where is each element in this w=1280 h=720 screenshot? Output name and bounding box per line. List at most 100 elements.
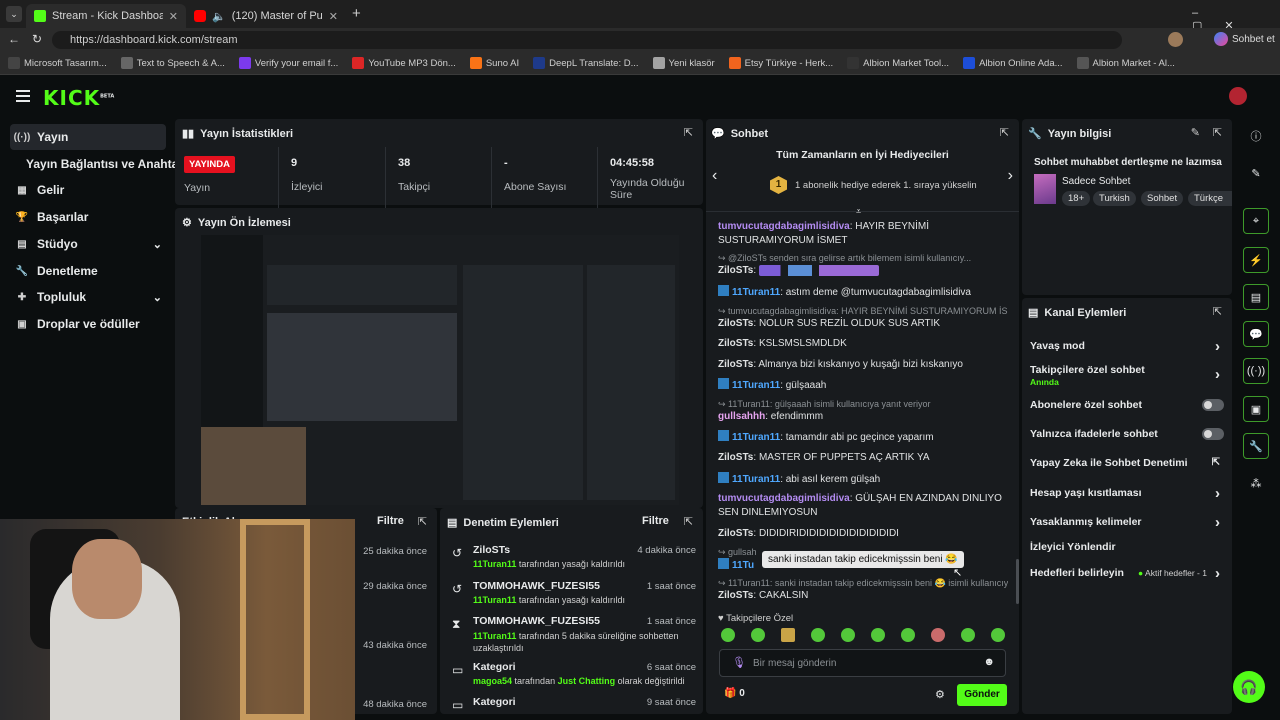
tag-chip[interactable]: Turkish	[1093, 191, 1136, 206]
chat-username[interactable]: ZiloSTs	[718, 338, 753, 349]
mod-row-name[interactable]: ZiloSTs	[473, 544, 510, 556]
emote-icon[interactable]	[901, 628, 915, 642]
sidebar-item-studyo[interactable]: ▤ Stüdyo ⌄	[10, 231, 166, 257]
action-host[interactable]: İzleyici Yönlendir	[1030, 541, 1224, 553]
chat-bubble-icon[interactable]: 💬	[1243, 321, 1269, 347]
profile-avatar[interactable]	[1168, 32, 1183, 47]
category-name[interactable]: Sadece Sohbet	[1062, 176, 1130, 187]
lightning-icon[interactable]: ⚡	[1243, 247, 1269, 273]
popout-icon[interactable]: ⇱	[1000, 126, 1009, 139]
new-tab-button[interactable]: +	[352, 5, 361, 22]
tag-chip[interactable]: Türkçe	[1188, 191, 1232, 206]
chat-settings-icon[interactable]: ⚙	[935, 688, 945, 701]
action-emotes-only[interactable]: Yalnızca ifadelerle sohbet	[1030, 428, 1224, 440]
emote-icon[interactable]	[991, 628, 1005, 642]
chat-username[interactable]: 11Turan11	[732, 432, 780, 443]
popout-icon[interactable]: ⇱	[684, 515, 693, 528]
chevron-left-icon[interactable]: ‹	[712, 167, 717, 185]
sidebar-item-stream-key[interactable]: Yayın Bağlantısı ve Anahtarı	[10, 151, 186, 177]
filter-button[interactable]: Filtre	[377, 515, 404, 527]
action-account-age[interactable]: Hesap yaşı kısıtlaması ›	[1030, 485, 1224, 502]
emote-icon[interactable]	[781, 628, 795, 642]
tag-chip[interactable]: 18+	[1062, 191, 1091, 206]
action-banned-words[interactable]: Yasaklanmış kelimeler ›	[1030, 514, 1224, 531]
action-slow-mode[interactable]: Yavaş mod ›	[1030, 338, 1224, 355]
url-field[interactable]: https://dashboard.kick.com/stream	[52, 31, 1122, 49]
emotes-only-toggle[interactable]	[1202, 428, 1224, 440]
chat-scrollbar[interactable]	[1016, 559, 1019, 604]
action-followers-only[interactable]: Takipçilere özel sohbet Anında ›	[1030, 364, 1224, 387]
mod-row-name[interactable]: TOMMOHAWK_FUZESI55	[473, 580, 600, 592]
chat-username[interactable]: tumvucutagdabagimlisidiva	[718, 221, 850, 232]
emote-icon[interactable]	[811, 628, 825, 642]
subscribers-only-toggle[interactable]	[1202, 399, 1224, 411]
emote-icon[interactable]	[721, 628, 735, 642]
emote-icon[interactable]	[871, 628, 885, 642]
emote-icon[interactable]	[751, 628, 765, 642]
chat-username[interactable]: 11Tu	[732, 560, 754, 571]
popout-icon[interactable]: ⇱	[418, 515, 427, 528]
reload-icon[interactable]: ↻	[32, 32, 42, 46]
popout-icon[interactable]: ⇱	[1213, 305, 1222, 318]
sidebar-item-basarilar[interactable]: 🏆 Başarılar	[10, 204, 166, 230]
sidebar-item-denetleme[interactable]: 🔧 Denetleme	[10, 258, 166, 284]
sidebar-item-droplar[interactable]: ▣ Droplar ve ödüller	[10, 311, 166, 337]
bookmark-item[interactable]: Albion Market Tool...	[847, 57, 949, 69]
action-goals[interactable]: Hedefleri belirleyin ● Aktif hedefler - 1…	[1030, 565, 1224, 582]
emote-icon[interactable]	[931, 628, 945, 642]
bookmark-item[interactable]: Microsoft Tasarım...	[8, 57, 107, 69]
close-icon[interactable]: ✕	[169, 10, 178, 23]
sidebar-item-topluluk[interactable]: ✚ Topluluk ⌄	[10, 284, 166, 310]
close-icon[interactable]: ✕	[329, 10, 338, 23]
action-subscribers-only[interactable]: Abonelere özel sohbet	[1030, 399, 1224, 411]
plugins-icon[interactable]: ⁂	[1243, 470, 1269, 496]
chat-username[interactable]: 11Turan11	[732, 474, 780, 485]
speaker-icon[interactable]: 🔈	[212, 10, 226, 23]
info-icon[interactable]: ⓘ	[1243, 123, 1269, 149]
bookmark-item[interactable]: Suno AI	[469, 57, 519, 69]
chat-username[interactable]: ZiloSTs	[718, 528, 753, 539]
bookmark-item[interactable]: Albion Online Ada...	[963, 57, 1063, 69]
browser-tab-youtube[interactable]: 🔈 (120) Master of Puppets (Rem ✕	[186, 4, 346, 28]
chat-username[interactable]: ZiloSTs	[718, 265, 753, 276]
chat-username[interactable]: gullsahhh	[718, 411, 765, 422]
filter-button[interactable]: Filtre	[642, 515, 669, 527]
popout-icon[interactable]: ⇱	[684, 126, 693, 139]
chat-username[interactable]: ZiloSTs	[718, 590, 753, 601]
bookmark-item[interactable]: YouTube MP3 Dön...	[352, 57, 456, 69]
chevron-down-icon[interactable]: ⌄	[153, 291, 162, 304]
chevron-down-icon[interactable]: ⌄	[153, 238, 162, 251]
sidebar-item-yayin[interactable]: ((·)) Yayın	[10, 124, 166, 150]
send-button[interactable]: Gönder	[957, 684, 1007, 706]
chat-input[interactable]: 🎙 Bir mesaj gönderin ☻	[719, 649, 1006, 677]
popout-icon[interactable]: ⇱	[1213, 126, 1222, 139]
chat-username[interactable]: tumvucutagdabagimlisidiva	[718, 493, 850, 504]
layout-icon[interactable]: ▣	[1243, 396, 1269, 422]
broadcast-icon[interactable]: ((·))	[1243, 358, 1269, 384]
copilot-button[interactable]: Sohbet et	[1214, 32, 1275, 46]
kick-logo[interactable]: KICKBETA	[43, 86, 114, 110]
support-button[interactable]: 🎧	[1233, 671, 1265, 703]
bookmark-item[interactable]: DeepL Translate: D...	[533, 57, 639, 69]
bookmark-item[interactable]: Yeni klasör	[652, 57, 715, 69]
bookmark-item[interactable]: Verify your email f...	[238, 57, 338, 69]
mod-row-name[interactable]: TOMMOHAWK_FUZESI55	[473, 615, 600, 627]
chat-username[interactable]: ZiloSTs	[718, 359, 753, 370]
emote-icon[interactable]	[961, 628, 975, 642]
emote-icon[interactable]	[841, 628, 855, 642]
emoji-icon[interactable]: ☻	[983, 656, 995, 668]
user-avatar[interactable]	[1229, 87, 1247, 105]
browser-tab-kick[interactable]: Stream - Kick Dashboard ✕	[26, 4, 186, 28]
chat-username[interactable]: ZiloSTs	[718, 452, 753, 463]
bookmark-item[interactable]: Text to Speech & A...	[120, 57, 225, 69]
chevron-right-icon[interactable]: ›	[1008, 167, 1013, 185]
collapse-icon[interactable]: ⩡	[856, 206, 861, 217]
chat-username[interactable]: ZiloSTs	[718, 318, 753, 329]
tab-actions-button[interactable]: ⌄	[6, 6, 22, 22]
sidebar-item-gelir[interactable]: ▦ Gelir	[10, 177, 166, 203]
bookmark-item[interactable]: Etsy Türkiye - Herk...	[728, 57, 833, 69]
wrench-icon[interactable]: 🔧	[1243, 433, 1269, 459]
pencil-icon[interactable]: ✎	[1243, 160, 1269, 186]
back-icon[interactable]: ←	[8, 32, 20, 46]
stream-preview-video[interactable]	[201, 235, 679, 505]
